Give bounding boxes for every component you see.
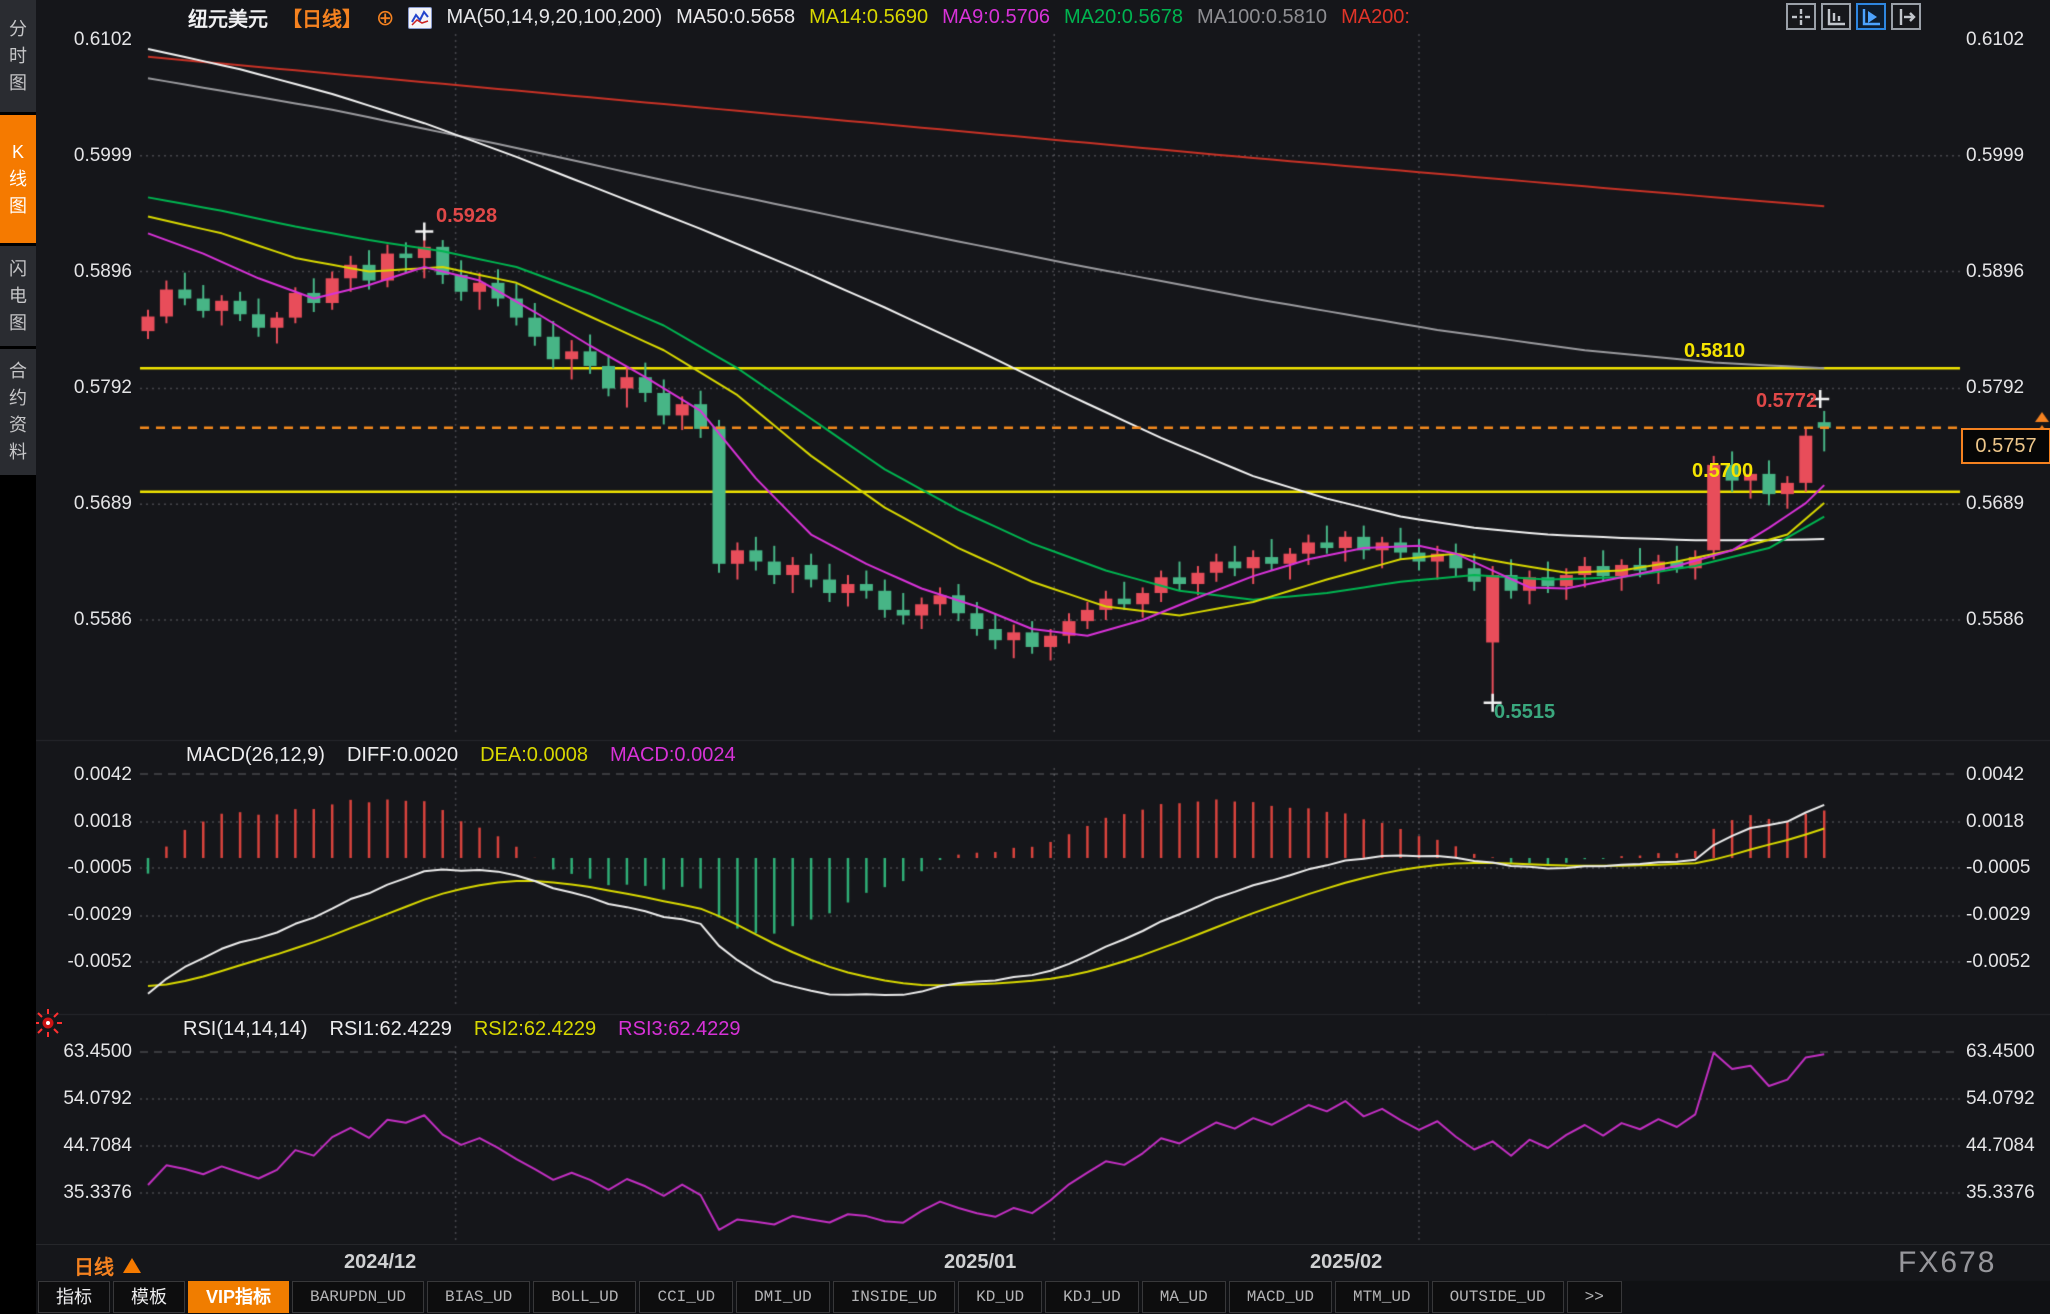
macd-axis-left-tick: -0.0029 bbox=[67, 904, 132, 925]
price-axis-left-tick: 0.5896 bbox=[73, 261, 132, 282]
rsi-axis-left-tick: 54.0792 bbox=[63, 1088, 132, 1109]
last-price-tag: 0.5757 bbox=[1961, 428, 2050, 464]
tab-vip-indicators[interactable]: VIP指标 bbox=[188, 1281, 290, 1313]
chart-type-icon[interactable] bbox=[408, 6, 433, 29]
price-axis-right-tick: 0.5586 bbox=[1966, 609, 2025, 630]
rsi1-value: RSI1:62.4229 bbox=[329, 1018, 452, 1040]
axis-scale-button[interactable] bbox=[1821, 3, 1851, 30]
macd-axis-left-tick: 0.0042 bbox=[73, 764, 132, 785]
macd-header: MACD(26,12,9) DIFF:0.0020 DEA:0.0008 MAC… bbox=[186, 744, 736, 767]
price-axis-left-tick: 0.5689 bbox=[73, 493, 132, 514]
tab-dmi-ud[interactable]: DMI_UD bbox=[736, 1281, 830, 1313]
pan-crosshair-button[interactable] bbox=[1786, 3, 1816, 30]
tab-kd-ud[interactable]: KD_UD bbox=[958, 1281, 1043, 1313]
trading-app: { "header": { "symbol": "纽元美元", "period_… bbox=[0, 0, 2050, 1314]
rsi-header: RSI(14,14,14) RSI1:62.4229 RSI2:62.4229 … bbox=[183, 1018, 741, 1041]
period-selector[interactable]: 日线 bbox=[74, 1251, 141, 1280]
sidebar-item-contract-info[interactable]: 合约资料 bbox=[0, 349, 36, 475]
macd-axis-right-tick: 0.0018 bbox=[1966, 811, 2025, 832]
symbol-name: 纽元美元 bbox=[188, 9, 268, 31]
resistance-level-label: 0.5810 bbox=[1684, 340, 1746, 362]
ma14-value: MA14:0.5690 bbox=[809, 6, 929, 28]
caret-up-icon bbox=[123, 1258, 141, 1273]
rsi-title: RSI(14,14,14) bbox=[183, 1018, 308, 1040]
tab-templates[interactable]: 模板 bbox=[113, 1281, 185, 1313]
tab-ma-ud[interactable]: MA_UD bbox=[1141, 1281, 1226, 1313]
price-axis-left-tick: 0.6102 bbox=[73, 29, 132, 50]
sidebar-item-flash-chart[interactable]: 闪电图 bbox=[0, 246, 36, 346]
ma200-value: MA200: bbox=[1341, 6, 1410, 28]
date-tick: 2025/02 bbox=[1310, 1251, 1383, 1273]
support-level-label: 0.5700 bbox=[1692, 460, 1754, 482]
target-icon[interactable]: ⊕ bbox=[376, 6, 394, 28]
indicator-toolbar: 指标 模板 VIP指标 BARUPDN_UD BIAS_UD BOLL_UD C… bbox=[38, 1281, 1622, 1313]
tab-macd-ud[interactable]: MACD_UD bbox=[1228, 1281, 1332, 1313]
tab-kdj-ud[interactable]: KDJ_UD bbox=[1045, 1281, 1139, 1313]
macd-axis-right-tick: 0.0042 bbox=[1966, 764, 2025, 785]
tab-more[interactable]: >> bbox=[1566, 1281, 1622, 1313]
price-axis-right-tick: 0.5792 bbox=[1966, 377, 2025, 398]
macd-axis-left-tick: -0.0005 bbox=[67, 857, 132, 878]
period-label: 日线 bbox=[74, 1257, 114, 1279]
macd-axis-right-tick: -0.0029 bbox=[1966, 904, 2031, 925]
macd-axis-left-tick: -0.0052 bbox=[67, 951, 132, 972]
macd-axis-right-tick: -0.0052 bbox=[1966, 951, 2031, 972]
auto-follow-button[interactable] bbox=[1856, 3, 1886, 30]
recent-high-label: 0.5772 bbox=[1756, 390, 1818, 412]
rsi-axis-right-tick: 54.0792 bbox=[1966, 1088, 2035, 1109]
price-axis-left-tick: 0.5586 bbox=[73, 609, 132, 630]
tab-outside-ud[interactable]: OUTSIDE_UD bbox=[1431, 1281, 1564, 1313]
tab-barupdn-ud[interactable]: BARUPDN_UD bbox=[292, 1281, 425, 1313]
price-axis-right-tick: 0.5896 bbox=[1966, 261, 2025, 282]
shift-chart-button[interactable] bbox=[1891, 3, 1921, 30]
ma-group-label: MA(50,14,9,20,100,200) bbox=[446, 6, 663, 28]
date-tick: 2025/01 bbox=[944, 1251, 1017, 1273]
period-low-label: 0.5515 bbox=[1494, 701, 1556, 723]
period-high-label: 0.5928 bbox=[436, 205, 498, 227]
sidebar-item-candle-chart[interactable]: K线图 bbox=[0, 115, 36, 243]
ma9-value: MA9:0.5706 bbox=[942, 6, 1050, 28]
brand-watermark: FX678 bbox=[1898, 1246, 1997, 1279]
price-axis-right-tick: 0.5999 bbox=[1966, 145, 2025, 166]
ma20-value: MA20:0.5678 bbox=[1063, 6, 1183, 28]
view-button-group bbox=[1786, 3, 1921, 30]
price-axis-left-tick: 0.5999 bbox=[73, 145, 132, 166]
rsi3-value: RSI3:62.4229 bbox=[618, 1018, 741, 1040]
chart-canvas[interactable] bbox=[0, 0, 2050, 1314]
tab-indicators[interactable]: 指标 bbox=[38, 1281, 110, 1313]
price-axis-left-tick: 0.5792 bbox=[73, 377, 132, 398]
rsi-axis-left-tick: 44.7084 bbox=[63, 1135, 132, 1156]
chart-header: 纽元美元 【日线】 ⊕ MA(50,14,9,20,100,200) MA50:… bbox=[188, 3, 1410, 32]
macd-title: MACD(26,12,9) bbox=[186, 744, 325, 766]
macd-axis-right-tick: -0.0005 bbox=[1966, 857, 2031, 878]
rsi2-value: RSI2:62.4229 bbox=[473, 1018, 597, 1040]
rsi-axis-right-tick: 63.4500 bbox=[1966, 1041, 2035, 1062]
rsi-axis-right-tick: 35.3376 bbox=[1966, 1182, 2035, 1203]
ma100-value: MA100:0.5810 bbox=[1196, 6, 1328, 28]
macd-diff-value: DIFF:0.0020 bbox=[346, 744, 459, 766]
timeline-strip: 日线 2024/12 2025/01 2025/02 bbox=[36, 1244, 2050, 1281]
tab-cci-ud[interactable]: CCI_UD bbox=[639, 1281, 734, 1313]
macd-dea-value: DEA:0.0008 bbox=[480, 744, 588, 766]
price-axis-right-tick: 0.6102 bbox=[1966, 29, 2025, 50]
ma50-value: MA50:0.5658 bbox=[676, 6, 796, 28]
tab-bias-ud[interactable]: BIAS_UD bbox=[427, 1281, 531, 1313]
sidebar-item-time-chart[interactable]: 分时图 bbox=[0, 0, 36, 112]
tab-inside-ud[interactable]: INSIDE_UD bbox=[832, 1281, 956, 1313]
period-tag[interactable]: 【日线】 bbox=[282, 3, 362, 32]
price-axis-right-tick: 0.5689 bbox=[1966, 493, 2025, 514]
rsi-axis-left-tick: 35.3376 bbox=[63, 1182, 132, 1203]
sidebar: 分时图 K线图 闪电图 合约资料 bbox=[0, 0, 36, 1314]
tab-boll-ud[interactable]: BOLL_UD bbox=[533, 1281, 637, 1313]
rsi-axis-left-tick: 63.4500 bbox=[63, 1041, 132, 1062]
tab-mtm-ud[interactable]: MTM_UD bbox=[1334, 1281, 1429, 1313]
macd-axis-left-tick: 0.0018 bbox=[73, 811, 132, 832]
date-tick: 2024/12 bbox=[344, 1251, 417, 1273]
alert-icon[interactable] bbox=[33, 1008, 63, 1043]
rsi-axis-right-tick: 44.7084 bbox=[1966, 1135, 2035, 1156]
macd-macd-value: MACD:0.0024 bbox=[609, 744, 736, 766]
